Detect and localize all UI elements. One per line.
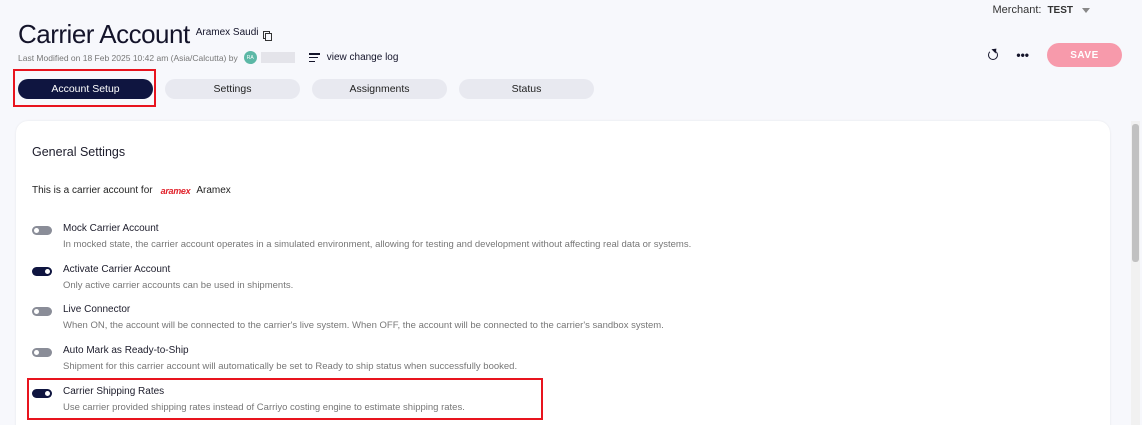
setting-label: Live Connector xyxy=(63,304,131,315)
setting-description: When ON, the account will be connected t… xyxy=(63,320,664,331)
caret-down-icon xyxy=(1082,7,1090,13)
setting-label: Activate Carrier Account xyxy=(63,264,171,275)
setting-mock-carrier-account: Mock Carrier Account In mocked state, th… xyxy=(32,222,691,251)
mock-carrier-toggle[interactable] xyxy=(32,226,52,235)
live-connector-toggle[interactable] xyxy=(32,307,52,316)
activate-carrier-toggle[interactable] xyxy=(32,267,52,276)
auto-mark-toggle[interactable] xyxy=(32,348,52,357)
highlight-box-setting xyxy=(27,378,543,420)
scrollbar-thumb[interactable] xyxy=(1132,124,1139,262)
copy-icon[interactable] xyxy=(262,31,272,41)
aramex-logo: aramex xyxy=(160,185,191,196)
view-change-log-link[interactable]: view change log xyxy=(308,52,399,63)
refresh-icon[interactable] xyxy=(988,50,999,60)
carrier-text: This is a carrier account for xyxy=(32,185,153,196)
merchant-selector[interactable]: Merchant: TEST xyxy=(993,4,1090,16)
change-log-label: view change log xyxy=(326,52,399,63)
setting-activate-carrier-account: Activate Carrier Account Only active car… xyxy=(32,263,293,292)
setting-label: Mock Carrier Account xyxy=(63,223,159,234)
tab-status[interactable]: Status xyxy=(459,79,594,99)
save-button[interactable]: SAVE xyxy=(1047,43,1122,67)
account-subtitle: Aramex Saudi xyxy=(195,27,259,38)
tab-settings[interactable]: Settings xyxy=(165,79,300,99)
list-icon xyxy=(308,53,320,62)
setting-auto-mark-ready: Auto Mark as Ready-to-Ship Shipment for … xyxy=(32,344,517,373)
more-options-icon[interactable]: ••• xyxy=(1016,48,1029,62)
scrollbar[interactable] xyxy=(1131,121,1140,425)
user-name-redacted xyxy=(260,52,295,63)
setting-description: Only active carrier accounts can be used… xyxy=(63,280,294,291)
merchant-label: Merchant: xyxy=(992,4,1042,16)
highlight-box-tab xyxy=(13,69,156,107)
avatar: RA xyxy=(243,51,257,64)
setting-description: In mocked state, the carrier account ope… xyxy=(63,239,692,250)
section-title: General Settings xyxy=(32,145,126,159)
tab-assignments[interactable]: Assignments xyxy=(312,79,447,99)
title-row: Carrier Account Aramex Saudi xyxy=(18,19,272,49)
merchant-value: TEST xyxy=(1047,4,1073,16)
last-modified: Last Modified on 18 Feb 2025 10:42 am (A… xyxy=(18,52,238,63)
page-title: Carrier Account xyxy=(18,19,190,49)
header-actions: ••• SAVE xyxy=(988,43,1122,67)
setting-live-connector: Live Connector When ON, the account will… xyxy=(32,303,664,332)
setting-description: Shipment for this carrier account will a… xyxy=(63,361,518,372)
setting-label: Auto Mark as Ready-to-Ship xyxy=(63,345,189,356)
carrier-name: Aramex xyxy=(196,185,231,196)
meta-row: Last Modified on 18 Feb 2025 10:42 am (A… xyxy=(18,51,398,64)
carrier-line: This is a carrier account for aramex Ara… xyxy=(32,185,231,196)
